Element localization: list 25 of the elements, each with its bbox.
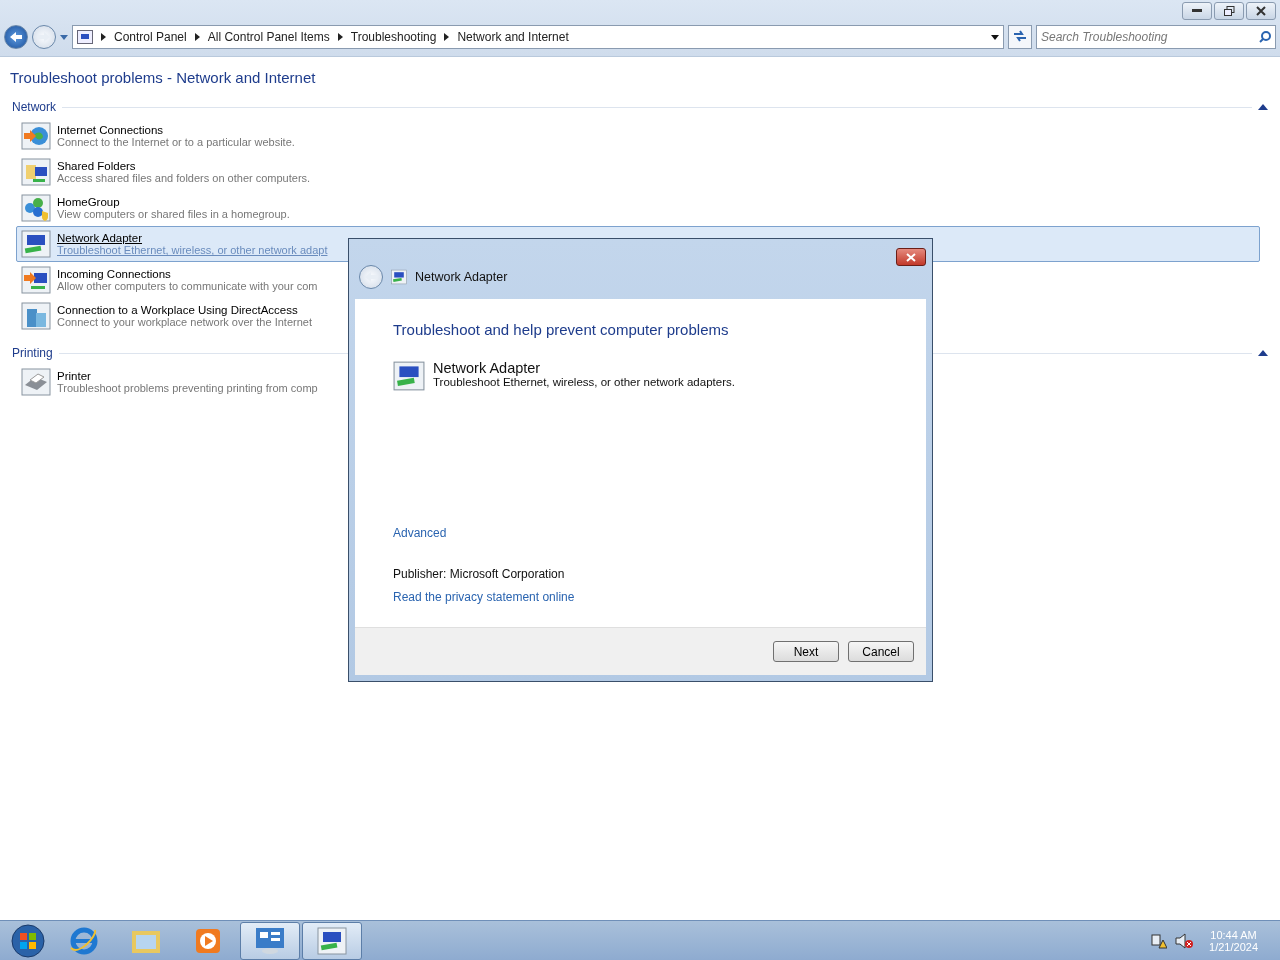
troubleshooter-description: Troubleshoot Ethernet, wireless, or other network adapters. <box>433 376 735 388</box>
item-name: HomeGroup <box>57 196 121 208</box>
item-description: Connect to the Internet or to a particular website. <box>57 136 295 148</box>
section-title: Network <box>12 100 56 114</box>
clock-date: 1/21/2024 <box>1209 940 1258 953</box>
item-name: Connection to a Workplace Using DirectAccess <box>57 304 299 316</box>
item-name: Network Adapter <box>57 232 143 244</box>
item-name: Incoming Connections <box>57 268 172 280</box>
item-description: Access shared files and folders on other computers. <box>57 172 311 184</box>
item-name: Shared Folders <box>57 160 137 172</box>
section-title: Printing <box>12 346 53 360</box>
troubleshooter-name: Network Adapter <box>433 360 542 376</box>
item-description: Allow other computers to communicate with your com <box>57 280 318 292</box>
item-description: View computers or shared files in a homegroup. <box>57 208 290 220</box>
page-title: Troubleshoot problems - Network and Internet <box>10 69 317 86</box>
publisher-label: Publisher: <box>393 567 447 581</box>
dialog-heading: Troubleshoot and help prevent computer problems <box>393 321 730 338</box>
item-description: Troubleshoot Ethernet, wireless, or other network adapt <box>57 244 328 256</box>
clock-time: 10:44 AM <box>1210 928 1257 941</box>
dialog-title: Network Adapter <box>415 270 508 284</box>
item-description: Connect to your workplace network over the Internet <box>57 316 312 328</box>
item-name: Internet Connections <box>57 124 165 136</box>
item-name: Printer <box>57 370 92 382</box>
item-description: Troubleshoot problems preventing printing from comp <box>57 382 318 394</box>
publisher-name: Microsoft Corporation <box>449 567 565 581</box>
